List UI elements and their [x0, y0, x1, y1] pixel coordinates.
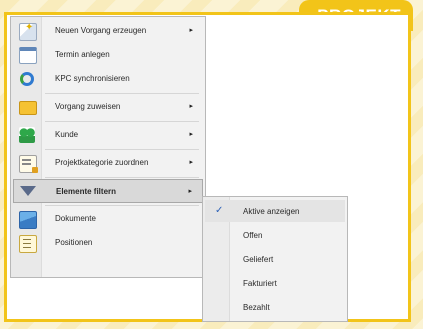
menu-item-label: Dokumente — [55, 214, 96, 223]
menu-item-filter-elements[interactable]: Elemente filtern ▸ — [13, 179, 203, 203]
submenu-item-label: Aktive anzeigen — [243, 207, 300, 216]
category-icon — [19, 155, 38, 173]
submenu-arrow-icon: ▸ — [189, 131, 193, 138]
menu-separator — [45, 93, 199, 94]
checkmark-icon: ✓ — [215, 205, 224, 216]
submenu-item-label: Geliefert — [243, 255, 274, 264]
submenu-item-paid[interactable]: Bezahlt — [205, 296, 345, 318]
documents-icon — [19, 211, 37, 229]
submenu-arrow-icon: ▸ — [189, 159, 193, 166]
menu-separator — [45, 177, 199, 178]
submenu-item-open[interactable]: Offen — [205, 224, 345, 246]
submenu-item-label: Fakturiert — [243, 279, 277, 288]
folder-icon — [19, 101, 37, 115]
submenu-item-label: Offen — [243, 231, 263, 240]
menu-item-new-process[interactable]: ✦ Neuen Vorgang erzeugen ▸ — [13, 19, 203, 43]
filter-submenu: ✓ Aktive anzeigen Offen Geliefert Faktur… — [202, 196, 348, 322]
menu-item-project-category[interactable]: Projektkategorie zuordnen ▸ — [13, 151, 203, 175]
menu-separator — [45, 149, 199, 150]
menu-item-sync[interactable]: KPC synchronisieren — [13, 67, 203, 91]
menu-item-documents[interactable]: Dokumente — [13, 207, 203, 231]
submenu-item-invoiced[interactable]: Fakturiert — [205, 272, 345, 294]
submenu-item-label: Bezahlt — [243, 303, 270, 312]
menu-item-positions[interactable]: Positionen — [13, 231, 203, 255]
list-icon — [19, 235, 37, 253]
submenu-arrow-icon: ▸ — [189, 27, 193, 34]
menu-item-appointment[interactable]: Termin anlegen — [13, 43, 203, 67]
submenu-arrow-icon: ▸ — [189, 103, 193, 110]
menu-item-assign-process[interactable]: Vorgang zuweisen ▸ — [13, 95, 203, 119]
sparkle-doc-icon: ✦ — [19, 22, 37, 41]
menu-item-customer[interactable]: Kunde ▸ — [13, 123, 203, 147]
submenu-arrow-icon: ▸ — [188, 188, 192, 195]
sync-icon — [20, 72, 34, 86]
filter-icon — [20, 186, 36, 196]
menu-item-label: KPC synchronisieren — [55, 74, 130, 83]
submenu-item-active[interactable]: ✓ Aktive anzeigen — [205, 200, 345, 222]
menu-item-label: Termin anlegen — [55, 50, 110, 59]
menu-separator — [45, 121, 199, 122]
menu-item-label: Elemente filtern — [56, 187, 117, 196]
menu-item-label: Kunde — [55, 130, 79, 139]
menu-item-label: Neuen Vorgang erzeugen — [55, 26, 147, 35]
menu-item-label: Vorgang zuweisen — [55, 102, 121, 111]
people-icon — [19, 127, 35, 143]
menu-item-label: Projektkategorie zuordnen — [55, 158, 149, 167]
context-menu: ✦ Neuen Vorgang erzeugen ▸ Termin anlege… — [10, 16, 206, 278]
calendar-icon — [19, 47, 37, 64]
menu-item-label: Positionen — [55, 238, 93, 247]
submenu-item-delivered[interactable]: Geliefert — [205, 248, 345, 270]
menu-separator — [45, 205, 199, 206]
